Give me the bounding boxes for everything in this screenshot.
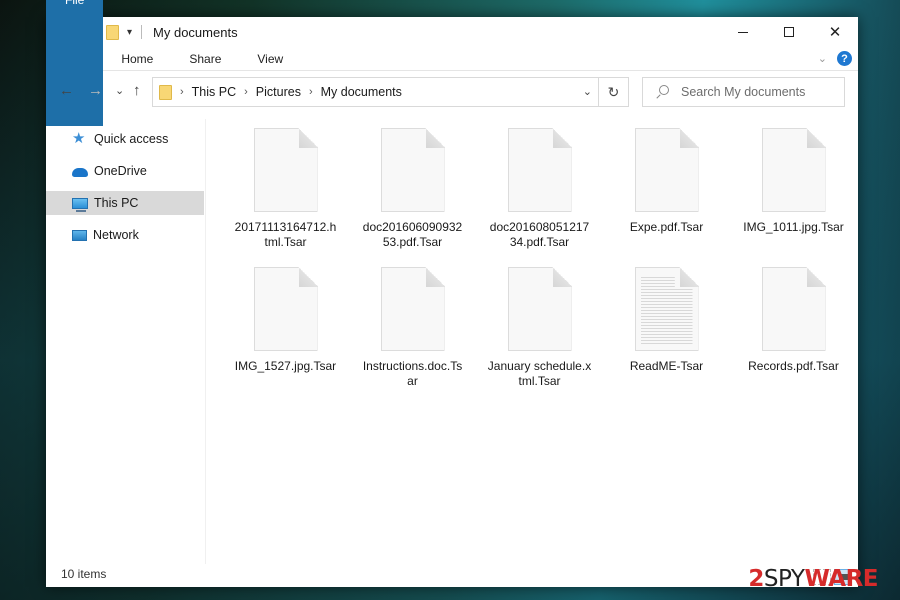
file-name: doc20160805121734.pdf.Tsar <box>489 220 590 249</box>
file-name: Records.pdf.Tsar <box>748 359 839 373</box>
sidebar-item-label: Quick access <box>94 132 169 146</box>
address-dropdown-icon[interactable]: ⌄ <box>583 85 592 98</box>
search-icon <box>655 85 669 99</box>
back-button[interactable]: ← <box>59 82 74 99</box>
ribbon-right-controls: ⌄ ? <box>818 51 852 66</box>
ribbon-tabs: File Home Share View ⌄ ? <box>46 0 858 126</box>
close-icon: ✕ <box>828 24 842 41</box>
item-count: 10 items <box>61 567 107 581</box>
file-explorer-window: ▾ My documents ✕ File Home Share View ⌄ … <box>46 0 858 587</box>
breadcrumb-separator[interactable]: › <box>180 86 184 98</box>
file-item[interactable]: Instructions.doc.Tsar <box>349 266 476 399</box>
window-title: My documents <box>153 24 238 40</box>
sidebar-item-network[interactable]: Network <box>46 223 204 247</box>
file-item[interactable]: Expe.pdf.Tsar <box>603 127 730 260</box>
window-controls: ✕ <box>720 17 858 47</box>
help-icon[interactable]: ? <box>837 51 852 66</box>
refresh-icon: ↻ <box>607 83 620 100</box>
watermark-text: WARE <box>804 566 878 592</box>
blank-file-icon <box>380 128 445 212</box>
breadcrumb-separator[interactable]: › <box>244 86 248 98</box>
title-bar: ▾ My documents ✕ <box>46 17 858 47</box>
tab-view[interactable]: View <box>239 48 301 71</box>
tab-share[interactable]: Share <box>171 48 239 71</box>
blank-file-icon <box>253 128 318 212</box>
blank-file-icon <box>761 267 826 351</box>
search-input[interactable]: Search My documents <box>642 77 845 107</box>
sidebar-item-label: OneDrive <box>94 164 147 178</box>
text-file-icon <box>634 267 699 351</box>
file-list: 20171113164712.html.Tsar doc2016060909325… <box>222 127 844 399</box>
file-item[interactable]: doc20160805121734.pdf.Tsar <box>476 127 603 260</box>
file-name: Instructions.doc.Tsar <box>362 359 463 388</box>
pane-divider[interactable] <box>205 119 206 564</box>
file-name: 20171113164712.html.Tsar <box>234 220 337 249</box>
file-name: IMG_1011.jpg.Tsar <box>743 220 844 234</box>
file-item[interactable]: ReadME-Tsar <box>603 266 730 399</box>
file-item[interactable]: doc20160609093253.pdf.Tsar <box>349 127 476 260</box>
search-placeholder: Search My documents <box>681 85 806 99</box>
close-button[interactable]: ✕ <box>812 17 858 47</box>
tab-home[interactable]: Home <box>103 48 171 71</box>
watermark-text: SPY <box>763 566 805 592</box>
breadcrumb-separator[interactable]: › <box>309 86 313 98</box>
sidebar-item-quick-access[interactable]: ★ Quick access <box>46 127 204 151</box>
new-folder-icon[interactable] <box>106 24 119 40</box>
breadcrumb-my-documents[interactable]: My documents <box>321 85 402 99</box>
blank-file-icon <box>634 128 699 212</box>
customize-dropdown-icon[interactable]: ▾ <box>127 27 132 38</box>
folder-icon <box>159 84 172 100</box>
refresh-button[interactable]: ↻ <box>599 77 629 107</box>
watermark-logo: 2SPYWARE <box>748 566 878 592</box>
file-item[interactable]: 20171113164712.html.Tsar <box>222 127 349 260</box>
sidebar-item-label: This PC <box>94 196 139 210</box>
sidebar-item-onedrive[interactable]: OneDrive <box>46 159 204 183</box>
file-name: January schedule.xtml.Tsar <box>487 359 592 388</box>
minimize-button[interactable] <box>720 17 766 47</box>
navigation-pane: ★ Quick access OneDrive This PC Network <box>46 127 204 255</box>
watermark-text: 2 <box>748 566 764 592</box>
cloud-icon <box>72 168 88 177</box>
blank-file-icon <box>380 267 445 351</box>
file-item[interactable]: IMG_1527.jpg.Tsar <box>222 266 349 399</box>
toolbar-separator <box>141 25 143 39</box>
maximize-button[interactable] <box>766 17 812 47</box>
expand-ribbon-icon[interactable]: ⌄ <box>818 52 827 65</box>
breadcrumb-this-pc[interactable]: This PC <box>192 85 236 99</box>
sidebar-item-label: Network <box>93 228 139 242</box>
file-name: Expe.pdf.Tsar <box>629 220 704 234</box>
network-icon <box>72 229 87 241</box>
sidebar-item-this-pc[interactable]: This PC <box>46 191 204 215</box>
file-item[interactable]: January schedule.xtml.Tsar <box>476 266 603 399</box>
up-button[interactable]: ↑ <box>133 82 141 99</box>
file-item[interactable]: IMG_1011.jpg.Tsar <box>730 127 857 260</box>
file-name: IMG_1527.jpg.Tsar <box>234 359 337 373</box>
maximize-icon <box>784 27 794 37</box>
computer-icon <box>72 197 88 212</box>
blank-file-icon <box>507 128 572 212</box>
minimize-icon <box>738 31 748 33</box>
file-name: doc20160609093253.pdf.Tsar <box>362 220 463 249</box>
blank-file-icon <box>507 267 572 351</box>
blank-file-icon <box>253 267 318 351</box>
recent-locations-button[interactable]: ⌄ <box>115 84 124 97</box>
forward-button[interactable]: → <box>88 82 103 99</box>
star-icon: ★ <box>72 130 86 147</box>
blank-file-icon <box>761 128 826 212</box>
navigation-bar: ← → ⌄ ↑ › This PC › Pictures › My docume… <box>46 76 858 108</box>
breadcrumb-pictures[interactable]: Pictures <box>256 85 301 99</box>
file-name: ReadME-Tsar <box>629 359 704 373</box>
file-item[interactable]: Records.pdf.Tsar <box>730 266 857 399</box>
address-bar[interactable]: › This PC › Pictures › My documents ⌄ <box>152 77 599 107</box>
